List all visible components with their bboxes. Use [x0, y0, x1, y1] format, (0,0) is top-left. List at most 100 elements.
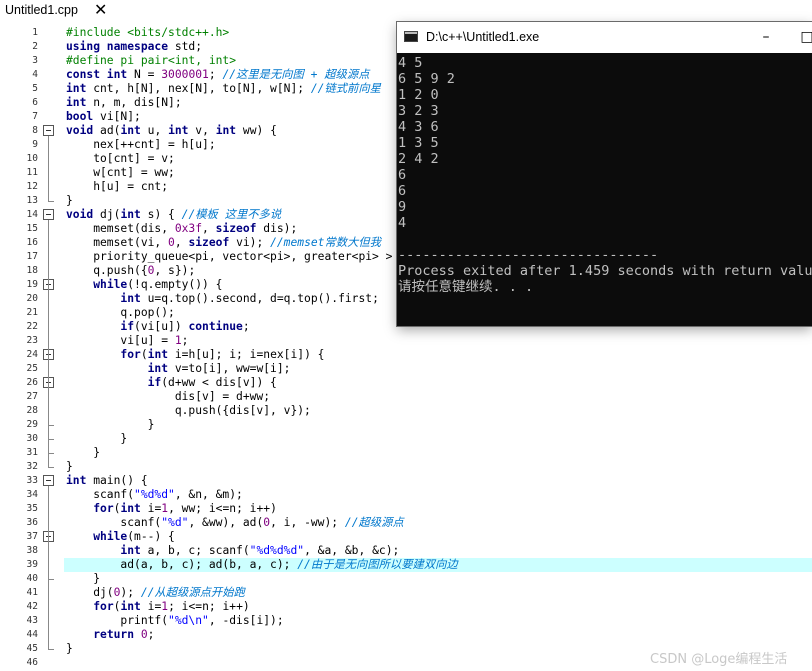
code-token: for [93, 600, 114, 613]
code-token: continue [188, 320, 243, 333]
line-number: 14 [26, 209, 38, 220]
fold-toggle-icon[interactable] [43, 209, 54, 220]
code-line: memset(vi, 0, sizeof vi); //memset常数大但我 [66, 236, 381, 250]
tab-untitled1[interactable]: Untitled1.cpp ✕ [0, 0, 116, 24]
line-number: 2 [32, 41, 38, 52]
line-number: 7 [32, 111, 38, 122]
code-line: } [66, 460, 73, 474]
code-token: } [66, 432, 128, 445]
code-line: int u=q.top().second, d=q.top().first; [66, 292, 378, 306]
line-number: 25 [26, 363, 38, 374]
line-number: 23 [26, 335, 38, 346]
console-line: 请按任意键继续. . . [398, 279, 534, 295]
code-line: memset(dis, 0x3f, sizeof dis); [66, 222, 297, 236]
code-line: vi[u] = 1; [66, 334, 188, 348]
code-token: dis[v] = d+ww; [66, 390, 271, 403]
code-token: vi); [229, 236, 271, 249]
code-token: vi[u] = [66, 334, 175, 347]
code-token: sizeof [188, 236, 230, 249]
code-line: h[u] = cnt; [66, 180, 168, 194]
code-line: dis[v] = d+ww; [66, 390, 270, 404]
console-titlebar[interactable]: D:\c++\Untitled1.exe – □ [397, 22, 812, 53]
code-token: dis); [256, 222, 298, 235]
code-token: , [174, 236, 189, 249]
console-app-icon [404, 31, 418, 42]
code-token: q.push({ [66, 264, 148, 277]
code-token: int [120, 544, 141, 557]
line-number: 24 [26, 349, 38, 360]
code-token: int [120, 502, 141, 515]
code-token: //超级源点 [344, 516, 404, 529]
code-token: (d+ww < dis[v]) { [161, 376, 277, 389]
code-token: void [66, 124, 94, 137]
code-token: v=to[i], ww=w[i]; [168, 362, 291, 375]
code-line: return 0; [66, 628, 154, 642]
line-number: 37 [26, 531, 38, 542]
code-token: to[cnt] = v; [66, 152, 175, 165]
close-icon[interactable]: ✕ [94, 0, 107, 22]
code-token: int [120, 208, 141, 221]
code-token: int [66, 474, 87, 487]
code-token: i= [140, 600, 162, 613]
console-line: 4 3 6 [398, 119, 439, 135]
watermark: CSDN @Loge编程生活 [650, 652, 788, 667]
code-token: 0x3f [174, 222, 203, 235]
code-token: //链式前向星 [310, 82, 381, 95]
code-token: ad( [93, 124, 121, 137]
line-number: 5 [32, 83, 38, 94]
fold-toggle-icon[interactable] [43, 475, 54, 486]
line-number: 33 [26, 475, 38, 486]
code-line: using namespace std; [66, 40, 202, 54]
line-number: 42 [26, 601, 38, 612]
code-token: return [93, 628, 135, 641]
code-token: if [120, 320, 135, 333]
fold-guide [48, 486, 49, 649]
code-line: void dj(int s) { //模板 这里不多说 [66, 208, 281, 222]
code-token: h[u] = cnt; [66, 180, 169, 193]
code-line: void ad(int u, int v, int ww) { [66, 124, 277, 138]
line-number: 10 [26, 153, 38, 164]
line-number: 15 [26, 223, 38, 234]
maximize-button[interactable]: □ [792, 25, 812, 49]
fold-toggle-icon[interactable] [43, 125, 54, 136]
code-token: //从超级源点开始跑 [140, 586, 245, 599]
line-number: 16 [26, 237, 38, 248]
code-line: scanf("%d%d", &n, &m); [66, 488, 243, 502]
code-token: scanf( [66, 516, 162, 529]
code-line: for(int i=1; i<=n; i++) [66, 600, 250, 614]
fold-end-marker [48, 453, 54, 454]
code-token: u, [140, 124, 169, 137]
console-line: 4 [398, 215, 407, 231]
console-line: 4 5 [398, 55, 423, 71]
code-token: for [93, 502, 114, 515]
code-line: int cnt, h[N], nex[N], to[N], w[N]; //链式… [66, 82, 381, 96]
console-window[interactable]: D:\c++\Untitled1.exe – □ 4 56 5 9 21 2 0… [397, 22, 812, 326]
console-line: 1 3 5 [398, 135, 439, 151]
line-number: 8 [32, 125, 38, 136]
code-token: if [147, 376, 162, 389]
code-line: } [66, 446, 100, 460]
line-number: 4 [32, 69, 38, 80]
code-token: ; [147, 628, 155, 641]
code-token: ; [242, 320, 250, 333]
code-token: , -dis[i]); [208, 614, 284, 627]
code-token: vi[N]; [93, 110, 141, 123]
code-line: int main() { [66, 474, 148, 488]
code-token: dj( [66, 586, 114, 599]
code-token: const int [66, 68, 128, 81]
code-token: 1 [174, 334, 182, 347]
code-token: , [202, 222, 216, 235]
code-token: int [168, 124, 189, 137]
code-token: ; i<=n; i++) [168, 600, 250, 613]
code-token: 0 [168, 236, 175, 249]
code-token: } [66, 418, 155, 431]
line-number-gutter: 1 2 3 4 5 6 7 8 9 10 11 12 13 14 15 16 17 18 19 20 21 22 23 24 2… [0, 22, 64, 671]
code-line: scanf("%d", &ww), ad(0, i, -ww); //超级源点 [66, 516, 404, 530]
code-token: , ww; i<=n; i++) [168, 502, 277, 515]
minimize-button[interactable]: – [751, 25, 781, 49]
code-line: int a, b, c; scanf("%d%d%d", &a, &b, &c)… [66, 544, 399, 558]
